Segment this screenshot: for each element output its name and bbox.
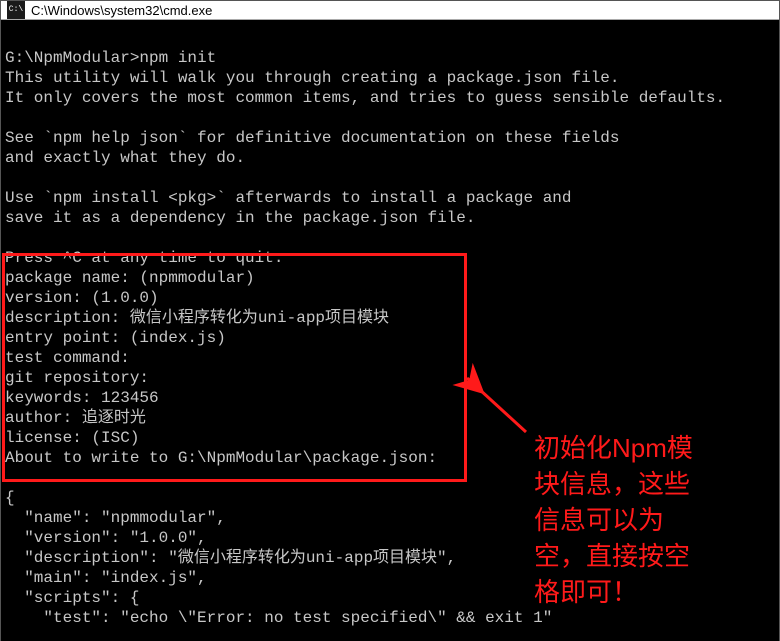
about-write-line: About to write to G:\NpmModular\package.…: [5, 449, 437, 467]
gitrepo-line: git repository:: [5, 369, 149, 387]
entry-line: entry point: (index.js): [5, 329, 226, 347]
see-line-2: and exactly what they do.: [5, 149, 245, 167]
intro-line-1: This utility will walk you through creat…: [5, 69, 620, 87]
json-test: "test": "echo \"Error: no test specified…: [5, 609, 552, 627]
use-line-1: Use `npm install <pkg>` afterwards to in…: [5, 189, 572, 207]
annotation-text: 初始化Npm模 块信息，这些 信息可以为 空，直接按空 格即可！: [534, 430, 693, 610]
keywords-line: keywords: 123456: [5, 389, 159, 407]
json-name: "name": "npmmodular",: [5, 509, 226, 527]
author-line: author: 追逐时光: [5, 409, 146, 427]
see-line-1: See `npm help json` for definitive docum…: [5, 129, 620, 147]
cmd-window: C:\ C:\Windows\system32\cmd.exe G:\NpmMo…: [0, 0, 780, 641]
json-description: "description": "微信小程序转化为uni-app项目模块",: [5, 549, 456, 567]
cmd-icon: C:\: [7, 1, 25, 19]
testcmd-line: test command:: [5, 349, 130, 367]
json-version: "version": "1.0.0",: [5, 529, 207, 547]
prompt-line: G:\NpmModular>npm init: [5, 49, 216, 67]
press-line: Press ^C at any time to quit.: [5, 249, 283, 267]
intro-line-2: It only covers the most common items, an…: [5, 89, 725, 107]
titlebar[interactable]: C:\ C:\Windows\system32\cmd.exe: [1, 1, 779, 20]
version-line: version: (1.0.0): [5, 289, 159, 307]
license-line: license: (ISC): [5, 429, 139, 447]
json-open: {: [5, 489, 15, 507]
description-line: description: 微信小程序转化为uni-app项目模块: [5, 309, 389, 327]
use-line-2: save it as a dependency in the package.j…: [5, 209, 475, 227]
pkg-name-line: package name: (npmmodular): [5, 269, 255, 287]
terminal-area[interactable]: G:\NpmModular>npm init This utility will…: [1, 20, 779, 641]
json-scripts: "scripts": {: [5, 589, 139, 607]
window-title: C:\Windows\system32\cmd.exe: [31, 3, 212, 18]
json-main: "main": "index.js",: [5, 569, 207, 587]
